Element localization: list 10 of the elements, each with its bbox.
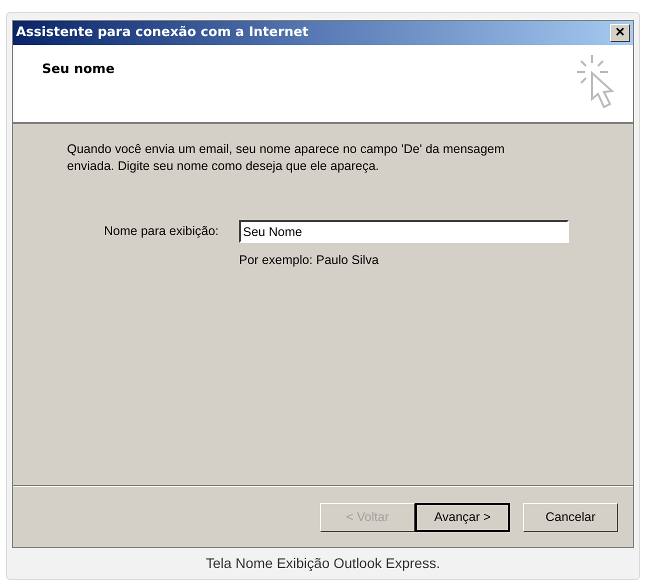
close-button[interactable]: × bbox=[610, 24, 630, 42]
image-caption: Tela Nome Exibição Outlook Express. bbox=[206, 554, 440, 573]
wizard-button[interactable]: Cancelar bbox=[523, 503, 618, 532]
description-text: Quando você envia um email, seu nome aparece no campo 'De' da mensagem enviada. Digite seu nome como deseja que ele apareça. bbox=[67, 141, 506, 175]
wizard-button[interactable]: Avançar > bbox=[415, 503, 510, 532]
window-title: Assistente para conexão com a Internet bbox=[16, 24, 309, 42]
display-name-field[interactable]: Seu Nome bbox=[239, 220, 569, 243]
field-label: Nome para exibição: bbox=[104, 223, 220, 240]
example-text: Por exemplo: Paulo Silva bbox=[239, 252, 380, 269]
page-title: Seu nome bbox=[42, 61, 115, 79]
